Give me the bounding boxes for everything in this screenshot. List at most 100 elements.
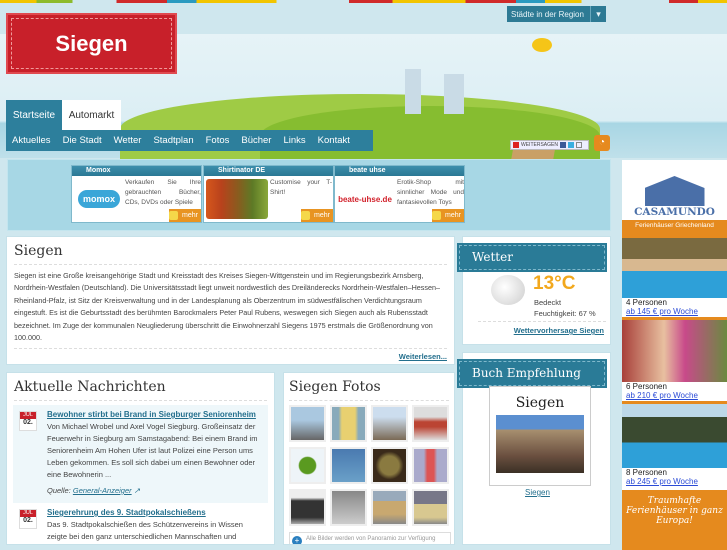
photo-thumbnail[interactable] <box>289 489 326 526</box>
tab-automarkt[interactable]: Automarkt <box>62 100 121 130</box>
intro-title: Siegen <box>14 243 447 265</box>
ad-text: Erotik-Shop mit sinnlicher Mode und fant… <box>397 179 464 206</box>
plus-icon <box>432 211 442 220</box>
ad-text: Verkaufen Sie Ihre gebrauchten Bücher, C… <box>125 179 201 206</box>
offer-persons: 6 Personen <box>626 382 667 391</box>
news-headline[interactable]: Bewohner stirbt bei Brand in Siegburger … <box>47 409 264 421</box>
photo-thumbnail[interactable] <box>371 447 408 484</box>
photos-box: Siegen Fotos + Alle Bilder werden von Pan… <box>283 372 455 545</box>
shirt-image <box>206 179 268 219</box>
ad-title: Momox <box>72 166 201 176</box>
book-title: Buch Empfehlung <box>457 359 607 388</box>
ad-shirtinator[interactable]: Shirtinator DE Customise your T-Shirt! m… <box>203 165 334 223</box>
offer-price-link[interactable]: ab 145 € pro Woche <box>622 307 727 320</box>
ad-text: Customise your T-Shirt! <box>270 179 332 196</box>
rss-icon[interactable]: ◔ <box>594 135 610 151</box>
photo-thumbnail[interactable] <box>412 489 449 526</box>
humidity: Feuchtigkeit: 67 % <box>534 309 596 318</box>
info-icon: + <box>292 536 302 544</box>
photo-thumbnail[interactable] <box>330 447 367 484</box>
region-dropdown[interactable]: Städte in der Region ▾ <box>507 6 606 22</box>
villa-photo[interactable] <box>622 320 727 382</box>
offer-persons: 4 Personen <box>626 298 667 307</box>
photo-thumbnail[interactable] <box>289 447 326 484</box>
villa-photo[interactable] <box>622 238 727 298</box>
more-button[interactable]: mehr <box>301 209 333 222</box>
plus-icon <box>301 211 311 220</box>
nav-die-stadt[interactable]: Die Stadt <box>57 135 108 146</box>
book-box: Buch Empfehlung Siegen Siegen <box>457 352 612 545</box>
villa-photo[interactable] <box>622 404 727 468</box>
photo-thumbnail[interactable] <box>412 447 449 484</box>
share-button[interactable]: WEITERSAGEN <box>510 140 589 150</box>
read-more-link[interactable]: Weiterlesen... <box>399 352 447 361</box>
photo-thumbnail[interactable] <box>330 405 367 442</box>
twitter-icon[interactable] <box>567 142 574 148</box>
date-badge: JUL 02. <box>19 509 37 529</box>
casamundo-house-icon <box>622 160 727 206</box>
nav-buecher[interactable]: Bücher <box>235 135 277 146</box>
temperature: 13°C <box>533 273 576 294</box>
photos-note: + Alle Bilder werden von Panoramio zur Ve… <box>289 532 451 544</box>
source-label: Quelle: <box>47 486 71 495</box>
ad-title: beate uhse <box>335 166 464 176</box>
photo-thumbnail[interactable] <box>371 405 408 442</box>
color-strip <box>0 0 727 3</box>
site-logo[interactable]: Siegen <box>6 13 177 74</box>
offer-persons: 8 Personen <box>626 468 667 477</box>
forecast-link[interactable]: Wettervorhersage Siegen <box>514 326 604 335</box>
ad-momox[interactable]: Momox momox Verkaufen Sie Ihre gebraucht… <box>71 165 202 223</box>
nav-links[interactable]: Links <box>277 135 311 146</box>
external-link-icon: ↗ <box>131 486 141 495</box>
casamundo-ad[interactable]: CASAMUNDO Ferienhäuser Griechenland 4 Pe… <box>622 160 727 550</box>
momox-logo: momox <box>74 179 124 219</box>
photo-thumbnail[interactable] <box>289 405 326 442</box>
nav-kontakt[interactable]: Kontakt <box>312 135 356 146</box>
beate-uhse-logo: beate-uhse.de <box>338 194 392 204</box>
photo-thumbnail[interactable] <box>371 489 408 526</box>
news-text: Das 9. Stadtpokalschießen des Schützenve… <box>47 520 243 541</box>
share-label: WEITERSAGEN <box>521 142 558 148</box>
facebook-icon[interactable] <box>559 142 566 148</box>
nav-wetter[interactable]: Wetter <box>108 135 148 146</box>
weather-box: Wetter 13°C Bedeckt Feuchtigkeit: 67 % W… <box>457 236 611 345</box>
photo-thumbnail[interactable] <box>412 405 449 442</box>
intro-box: Siegen Siegen ist eine Große kreisangehö… <box>6 236 455 365</box>
region-dropdown-label: Städte in der Region <box>511 9 584 19</box>
casamundo-slogan: Traumhafte Ferienhäuser in ganz Europa! <box>622 490 727 550</box>
date-badge: JUL 02. <box>19 411 37 431</box>
ad-title: Shirtinator DE <box>204 166 333 176</box>
news-box: Aktuelle Nachrichten JUL 02. Bewohner sti… <box>6 372 275 545</box>
more-button[interactable]: mehr <box>432 209 464 222</box>
news-title: Aktuelle Nachrichten <box>14 379 267 401</box>
nav-aktuelles[interactable]: Aktuelles <box>6 135 57 146</box>
tab-startseite[interactable]: Startseite <box>6 100 62 130</box>
news-text: Von Michael Wrobel und Axel Vogel Siegbu… <box>47 422 258 479</box>
photo-thumbnail[interactable] <box>330 489 367 526</box>
casamundo-sub: Ferienhäuser Griechenland <box>622 220 727 238</box>
plus-icon <box>513 142 519 148</box>
source-link[interactable]: General-Anzeiger <box>73 486 132 495</box>
nav-fotos[interactable]: Fotos <box>200 135 236 146</box>
book-cover[interactable]: Siegen <box>489 386 591 486</box>
plus-icon <box>169 211 179 220</box>
mail-icon[interactable] <box>575 142 582 148</box>
cloud-icon <box>491 275 525 305</box>
weather-title: Wetter <box>457 243 607 272</box>
photos-title: Siegen Fotos <box>289 379 449 401</box>
more-button[interactable]: mehr <box>169 209 201 222</box>
weather-condition: Bedeckt <box>534 298 562 307</box>
news-item: JUL 02. Bewohner stirbt bei Brand in Sieg… <box>13 405 268 503</box>
intro-text: Siegen ist eine Große kreisangehörige St… <box>14 270 447 350</box>
ad-beate-uhse[interactable]: beate uhse beate-uhse.de Erotik-Shop mit… <box>334 165 465 223</box>
book-link[interactable]: Siegen <box>463 488 612 497</box>
nav-stadtplan[interactable]: Stadtplan <box>147 135 199 146</box>
offer-price-link[interactable]: ab 245 € pro Woche <box>622 477 727 487</box>
cover-title: Siegen <box>515 395 565 411</box>
main-nav: Aktuelles Die Stadt Wetter Stadtplan Fot… <box>6 130 373 151</box>
news-item: JUL 02. Siegerehrung des 9. Stadtpokalsch… <box>13 503 268 544</box>
offer-price-link[interactable]: ab 210 € pro Woche <box>622 391 727 404</box>
chevron-down-icon: ▾ <box>590 6 606 22</box>
news-headline[interactable]: Siegerehrung des 9. Stadtpokalschießens <box>47 507 264 519</box>
casamundo-brand: CASAMUNDO <box>634 206 715 218</box>
